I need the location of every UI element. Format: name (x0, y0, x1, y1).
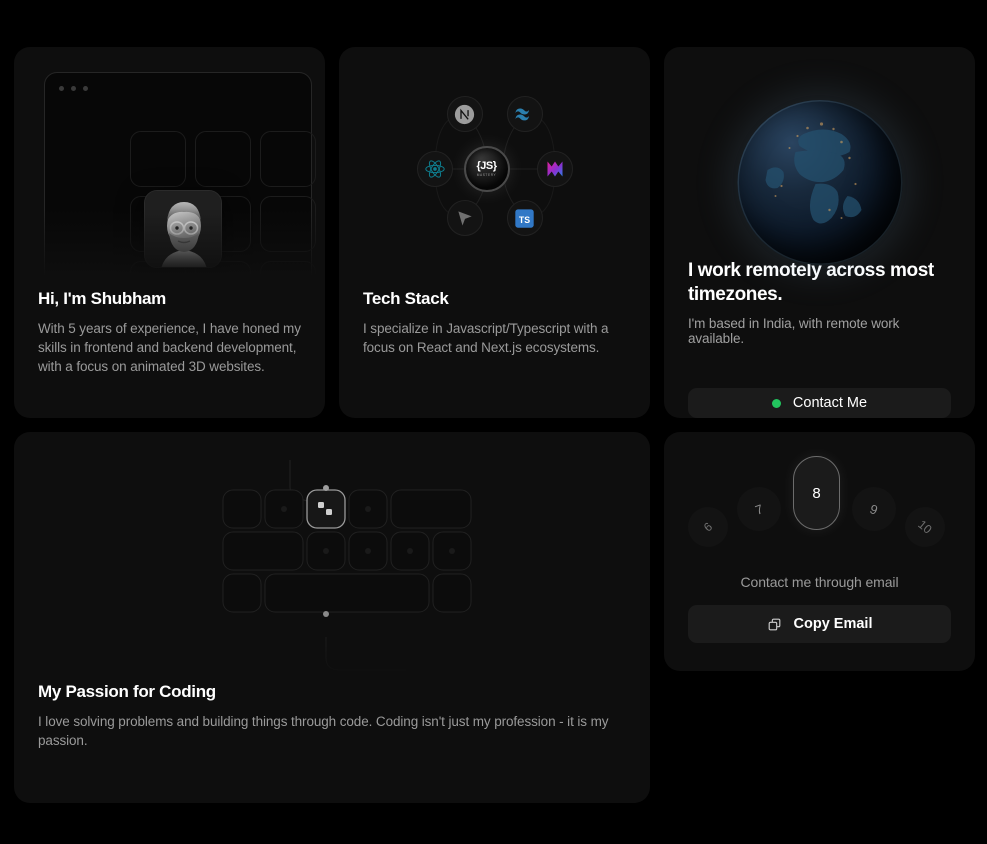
contact-me-label: Contact Me (792, 395, 868, 412)
online-status-dot (771, 398, 781, 408)
js-mastery-badge: {JS} MASTERY (463, 146, 510, 192)
grid-tile (260, 131, 316, 187)
globe-landmass (737, 100, 902, 265)
tailwind-icon[interactable] (506, 96, 543, 132)
grid-tile (195, 131, 251, 187)
svg-text:TS: TS (519, 214, 530, 224)
visual-fade (14, 209, 325, 289)
passion-body: I love solving problems and building thi… (38, 714, 609, 748)
react-icon[interactable] (416, 151, 453, 187)
copy-email-button[interactable]: Copy Email (688, 605, 951, 643)
card-timezone[interactable]: I work remotely across most timezones. I… (664, 47, 975, 418)
number-carousel[interactable]: 6 7 8 9 10 (664, 432, 975, 572)
tech-stack-body: I specialize in Javascript/Typescript wi… (363, 321, 609, 355)
carousel-number[interactable]: 9 (845, 480, 903, 538)
carousel-number[interactable]: 6 (679, 498, 737, 556)
js-badge-label: {JS} (476, 160, 497, 172)
tech-stack-title: Tech Stack (363, 289, 449, 308)
passion-text: My Passion for Coding I love solving pro… (14, 682, 650, 774)
card-email[interactable]: 6 7 8 9 10 Contact me through email Copy… (664, 432, 975, 671)
copy-email-label: Copy Email (793, 616, 873, 632)
timezone-text: I work remotely across most timezones. I… (664, 259, 975, 366)
tech-stack-visual: TS {JS} MASTERY (339, 47, 650, 289)
copy-icon (768, 618, 780, 630)
typescript-icon[interactable]: TS (506, 200, 543, 236)
page-root: Hi, I'm Shubham With 5 years of experien… (0, 0, 987, 844)
card-passion[interactable]: My Passion for Coding I love solving pro… (14, 432, 650, 803)
framer-motion-icon[interactable] (536, 151, 573, 187)
visual-fade (14, 622, 650, 682)
tech-orbit: TS {JS} MASTERY (395, 84, 595, 254)
keyboard-visual (14, 432, 650, 682)
globe-visual (664, 47, 975, 265)
earth-globe-icon (737, 100, 902, 265)
card-tech-stack[interactable]: TS {JS} MASTERY Tech Stack I specialize … (339, 47, 650, 418)
carousel-number[interactable]: 7 (730, 480, 788, 538)
carousel-number[interactable]: 10 (896, 498, 954, 556)
passion-title: My Passion for Coding (38, 682, 216, 701)
timezone-subtitle: I'm based in India, with remote work ava… (688, 316, 900, 347)
carousel-number-active[interactable]: 8 (793, 456, 840, 530)
vercel-cursor-icon[interactable] (446, 200, 483, 236)
timezone-title: I work remotely across most timezones. (688, 260, 934, 306)
nextjs-icon[interactable] (446, 96, 483, 132)
tech-stack-text: Tech Stack I specialize in Javascript/Ty… (339, 289, 650, 381)
intro-text: Hi, I'm Shubham With 5 years of experien… (14, 289, 325, 400)
js-badge-sublabel: MASTERY (476, 173, 497, 177)
window-dots (59, 86, 88, 91)
email-caption: Contact me through email (740, 574, 899, 590)
card-intro[interactable]: Hi, I'm Shubham With 5 years of experien… (14, 47, 325, 418)
intro-body: With 5 years of experience, I have honed… (38, 321, 301, 374)
card-grid: Hi, I'm Shubham With 5 years of experien… (14, 47, 975, 803)
intro-visual (14, 47, 325, 289)
window-dot (59, 86, 64, 91)
intro-title: Hi, I'm Shubham (38, 289, 166, 308)
window-dot (71, 86, 76, 91)
window-dot (83, 86, 88, 91)
grid-tile (130, 131, 186, 187)
contact-me-button[interactable]: Contact Me (688, 388, 951, 418)
